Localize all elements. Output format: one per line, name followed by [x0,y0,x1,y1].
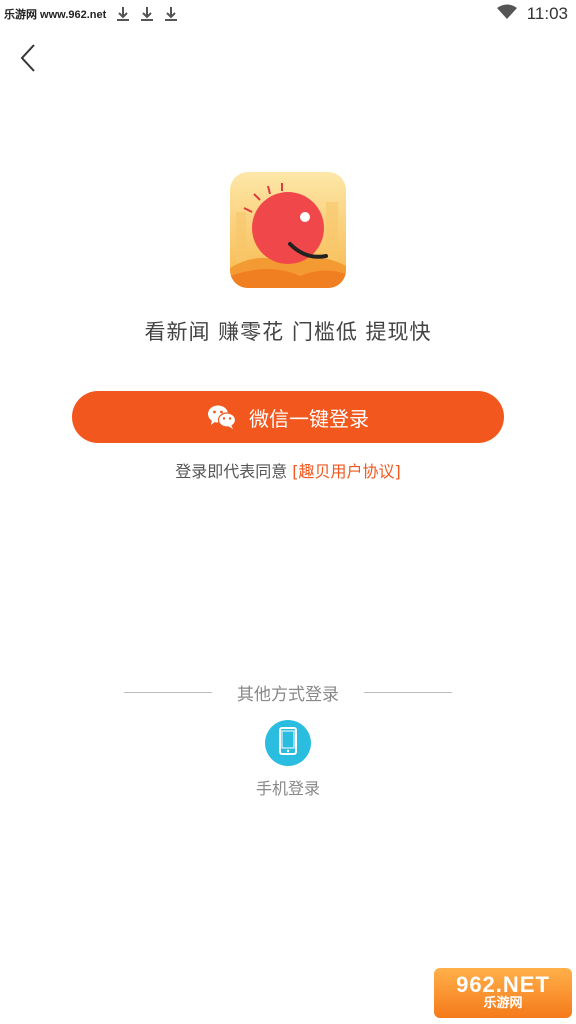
download-icon [140,5,154,23]
site-watermark-badge: 962.NET 乐游网 [434,968,572,1018]
agreement-text: 登录即代表同意 [趣贝用户协议] [0,458,576,482]
divider-line-left [124,692,212,693]
other-login-divider: 其他方式登录 [124,680,452,705]
watermark-sub-text: 乐游网 [483,996,523,1011]
phone-login-button[interactable] [265,720,311,766]
download-icon [164,5,178,23]
watermark-main-text: 962.NET [456,972,550,997]
download-icon [116,5,130,23]
status-time: 11:03 [526,4,568,23]
status-right: 11:03 [496,4,568,25]
app-logo [230,172,346,288]
status-left: 乐游网 www.962.net [4,0,178,28]
slogan: 看新闻 赚零花 门槛低 提现快 [144,320,432,344]
back-button[interactable] [12,40,44,80]
wechat-login-button[interactable]: 微信一键登录 [72,391,504,443]
wechat-icon [207,404,237,430]
wifi-icon [496,4,517,25]
chevron-left-icon [18,42,38,78]
status-watermark-text: 乐游网 www.962.net [4,9,107,21]
phone-login-label[interactable]: 手机登录 [0,775,576,799]
user-agreement-link[interactable]: [趣贝用户协议] [292,462,401,481]
wechat-login-label: 微信一键登录 [249,406,369,431]
divider-line-right [364,692,452,693]
phone-icon [278,727,298,759]
status-bar: 乐游网 www.962.net 11:03 [0,0,576,28]
agreement-prefix: 登录即代表同意 [175,462,288,481]
other-login-label: 其他方式登录 [237,685,339,705]
